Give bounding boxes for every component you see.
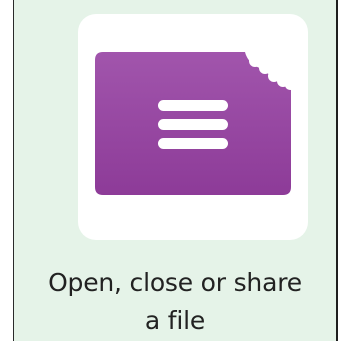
tile-label-line1: Open, close or share [48,268,302,297]
file-menu-icon [95,52,291,195]
tile-label: Open, close or share a file [14,264,336,340]
tile-label-line2: a file [144,306,206,335]
